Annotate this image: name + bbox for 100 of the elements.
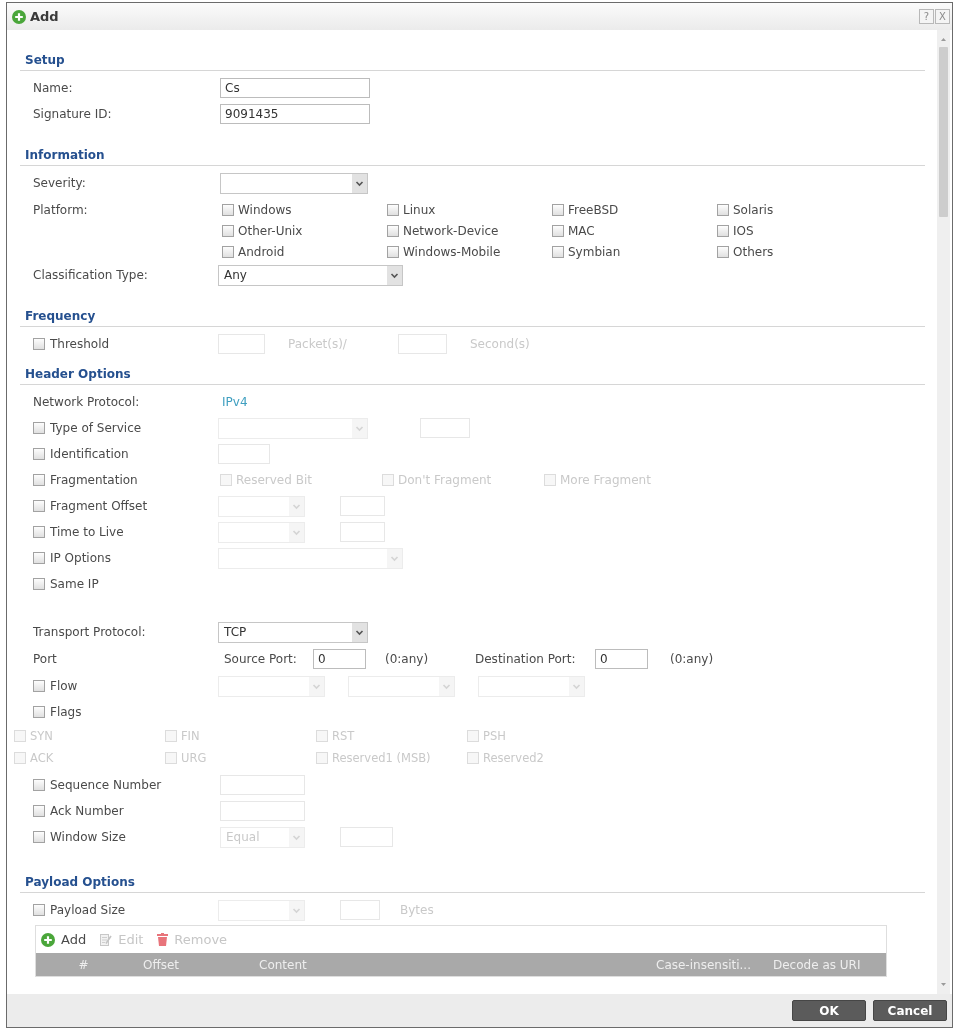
arrow-down-icon[interactable] <box>941 983 946 986</box>
column-header[interactable]: Decode as URI <box>773 957 886 972</box>
checkbox-label: IOS <box>733 223 754 238</box>
checkbox-label: Solaris <box>733 202 774 217</box>
checkbox[interactable] <box>33 805 45 817</box>
plus-circle-icon <box>12 9 26 24</box>
field-label: Name: <box>33 81 73 95</box>
caret-icon <box>289 522 304 542</box>
section-title: Header Options <box>25 367 131 381</box>
checkbox-label: Threshold <box>50 337 110 351</box>
checkbox[interactable] <box>222 224 234 237</box>
caret-icon <box>387 265 402 285</box>
text-field[interactable]: 9091435 <box>220 104 370 124</box>
field-label: Port <box>33 652 57 666</box>
column-header[interactable]: Case-insensiti... <box>656 957 773 972</box>
inline-label: Source Port: <box>224 652 298 666</box>
checkbox[interactable] <box>33 526 45 538</box>
section-title: Frequency <box>25 309 96 323</box>
checkbox[interactable] <box>33 422 45 434</box>
checkbox[interactable] <box>552 224 564 237</box>
checkbox[interactable] <box>387 224 399 237</box>
caret-icon <box>569 676 584 696</box>
checkbox-label: FreeBSD <box>568 202 619 217</box>
checkbox-label: Android <box>238 244 285 259</box>
caret-icon <box>289 900 304 920</box>
field-label: Severity: <box>33 176 86 190</box>
checkbox-label: Identification <box>50 447 129 461</box>
checkbox-label: Flags <box>50 705 82 719</box>
checkbox-label: Windows-Mobile <box>403 244 501 259</box>
checkbox-label: Fragmentation <box>50 473 138 487</box>
protocol-value: IPv4 <box>222 395 248 409</box>
checkbox[interactable] <box>33 779 45 791</box>
cancel-button[interactable]: Cancel <box>873 1000 947 1021</box>
checkbox[interactable] <box>222 245 234 258</box>
checkbox-label: Flow <box>50 679 78 693</box>
scrollbar[interactable] <box>937 30 950 994</box>
notepad-pencil-icon <box>100 933 113 946</box>
checkbox[interactable] <box>222 203 234 216</box>
field-label: Platform: <box>33 202 88 217</box>
checkbox[interactable] <box>33 552 45 564</box>
checkbox-label: Windows <box>238 202 292 217</box>
checkbox[interactable] <box>717 224 729 237</box>
checkbox-label: Window Size <box>50 830 126 844</box>
checkbox-label: Payload Size <box>50 903 126 917</box>
dropdown[interactable]: Any <box>218 264 403 286</box>
checkbox[interactable] <box>717 203 729 216</box>
caret-icon <box>309 676 324 696</box>
close-button[interactable]: X <box>935 9 950 24</box>
checkbox-label: Sequence Number <box>50 778 162 792</box>
ok-button[interactable]: OK <box>792 1000 866 1021</box>
inline-label: (0:any) <box>670 652 714 666</box>
caret-icon <box>289 827 304 847</box>
checkbox[interactable] <box>33 578 45 590</box>
arrow-up-icon[interactable] <box>941 38 946 41</box>
caret-icon <box>289 496 304 516</box>
column-header[interactable]: # <box>36 957 131 972</box>
field-label: Network Protocol: <box>33 395 140 409</box>
dropdown[interactable] <box>220 172 368 194</box>
checkbox[interactable] <box>387 245 399 258</box>
column-header[interactable]: Content <box>191 957 656 972</box>
section-title: Setup <box>25 53 65 67</box>
checkbox-label: Time to Live <box>50 525 124 539</box>
checkbox[interactable] <box>33 831 45 843</box>
column-header[interactable]: Offset <box>131 957 191 972</box>
checkbox[interactable] <box>33 500 45 512</box>
checkbox-label: Ack Number <box>50 804 124 818</box>
add-button[interactable]: Add <box>41 932 87 947</box>
checkbox-label: Others <box>733 244 774 259</box>
dropdown[interactable]: TCP <box>218 621 368 643</box>
checkbox-label: Type of Service <box>50 421 142 435</box>
checkbox-label: IP Options <box>50 551 111 565</box>
section-title: Payload Options <box>25 875 135 889</box>
scrollbar-thumb[interactable] <box>939 47 948 217</box>
inline-label: Destination Port: <box>475 652 577 666</box>
checkbox[interactable] <box>33 680 45 692</box>
text-field[interactable]: 0 <box>313 649 366 669</box>
plus-circle-icon <box>41 932 55 947</box>
checkbox-label: Fragment Offset <box>50 499 148 513</box>
checkbox[interactable] <box>33 338 45 350</box>
caret-icon <box>352 173 367 193</box>
checkbox-label: Other-Unix <box>238 223 303 238</box>
help-button[interactable]: ? <box>919 9 934 24</box>
checkbox[interactable] <box>33 474 45 486</box>
checkbox[interactable] <box>33 706 45 718</box>
text-field[interactable]: 0 <box>595 649 648 669</box>
checkbox-label: MAC <box>568 223 595 238</box>
text-field[interactable]: Cs <box>220 78 370 98</box>
window-title: Add <box>30 9 60 24</box>
caret-icon <box>352 622 367 642</box>
checkbox-label: Same IP <box>50 577 99 591</box>
checkbox[interactable] <box>552 245 564 258</box>
checkbox[interactable] <box>552 203 564 216</box>
caret-icon <box>352 418 367 438</box>
checkbox[interactable] <box>33 448 45 460</box>
field-label: Classification Type: <box>33 268 148 282</box>
checkbox[interactable] <box>33 904 45 916</box>
checkbox[interactable] <box>717 245 729 258</box>
trash-icon <box>157 933 169 946</box>
field-label: Transport Protocol: <box>33 625 146 639</box>
checkbox[interactable] <box>387 203 399 216</box>
